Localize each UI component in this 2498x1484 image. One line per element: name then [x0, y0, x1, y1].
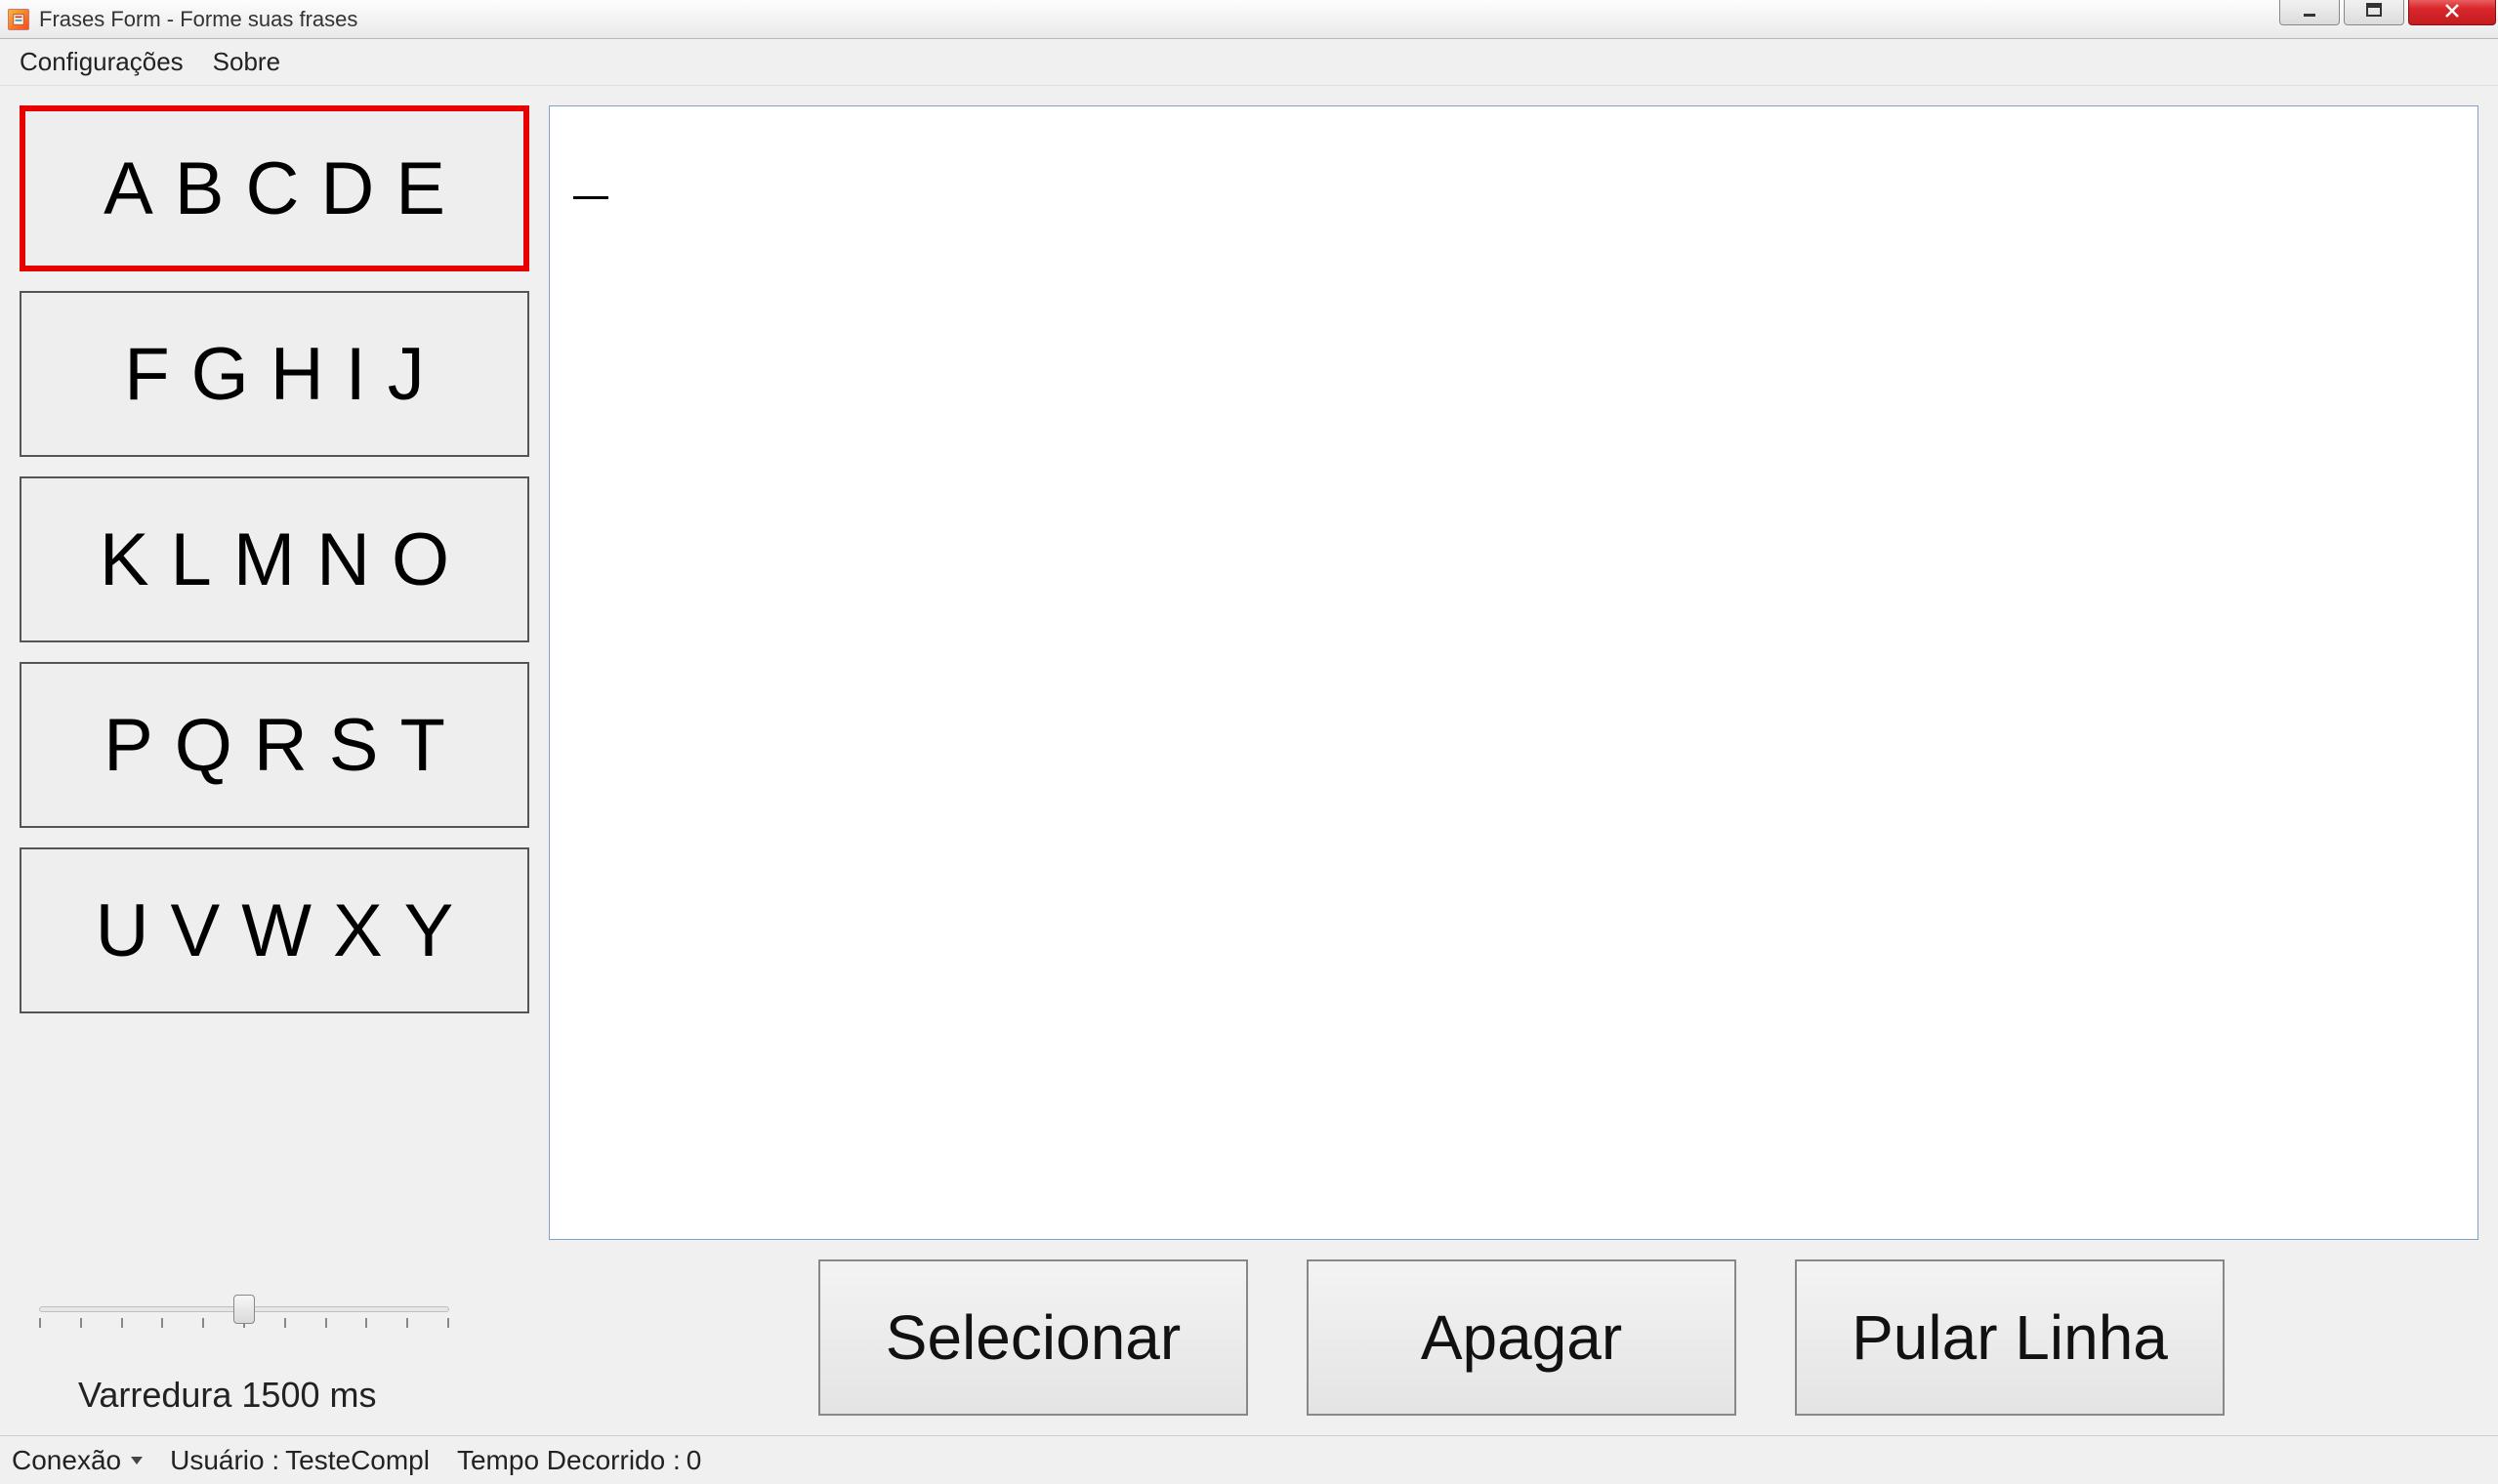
close-button[interactable] [2408, 0, 2496, 25]
bottom-controls: Varredura 1500 ms Selecionar Apagar Pula… [0, 1250, 2498, 1435]
text-cursor [573, 196, 608, 199]
letter-group-abcde[interactable]: ABCDE [20, 105, 529, 271]
window-title: Frases Form - Forme suas frases [39, 7, 357, 32]
status-user-label: Usuário : [170, 1445, 279, 1476]
statusbar: Conexão Usuário : TesteCompl Tempo Decor… [0, 1435, 2498, 1484]
dropdown-caret-icon [131, 1457, 143, 1464]
delete-button[interactable]: Apagar [1307, 1259, 1736, 1416]
minimize-button[interactable] [2279, 0, 2340, 25]
scan-slider-block: Varredura 1500 ms [20, 1297, 527, 1416]
titlebar-left: Frases Form - Forme suas frases [8, 7, 357, 32]
menu-config[interactable]: Configurações [20, 47, 184, 77]
menubar: Configurações Sobre [0, 39, 2498, 86]
status-elapsed-label: Tempo Decorrido : [457, 1445, 681, 1476]
phrase-textarea[interactable] [549, 105, 2478, 1240]
status-elapsed-value: 0 [687, 1445, 702, 1476]
main-area: ABCDE FGHIJ KLMNO PQRST UVWXY [0, 86, 2498, 1250]
slider-thumb[interactable] [233, 1295, 255, 1324]
status-user: Usuário : TesteCompl [170, 1445, 430, 1476]
window-controls [2279, 0, 2498, 38]
letter-group-pqrst[interactable]: PQRST [20, 662, 529, 828]
menu-about[interactable]: Sobre [213, 47, 280, 77]
letter-group-uvwxy[interactable]: UVWXY [20, 847, 529, 1013]
status-connection-label: Conexão [12, 1445, 121, 1476]
select-button[interactable]: Selecionar [818, 1259, 1248, 1416]
scan-slider[interactable] [39, 1297, 449, 1336]
titlebar: Frases Form - Forme suas frases [0, 0, 2498, 39]
letter-groups-column: ABCDE FGHIJ KLMNO PQRST UVWXY [20, 105, 529, 1240]
app-icon [8, 9, 29, 30]
letter-group-fghij[interactable]: FGHIJ [20, 291, 529, 457]
status-user-value: TesteCompl [285, 1445, 430, 1476]
status-connection[interactable]: Conexão [12, 1445, 143, 1476]
letter-group-klmno[interactable]: KLMNO [20, 476, 529, 642]
status-elapsed: Tempo Decorrido : 0 [457, 1445, 701, 1476]
newline-button[interactable]: Pular Linha [1795, 1259, 2225, 1416]
scan-label: Varredura 1500 ms [78, 1375, 377, 1416]
action-buttons: Selecionar Apagar Pular Linha [818, 1259, 2225, 1416]
maximize-button[interactable] [2344, 0, 2404, 25]
